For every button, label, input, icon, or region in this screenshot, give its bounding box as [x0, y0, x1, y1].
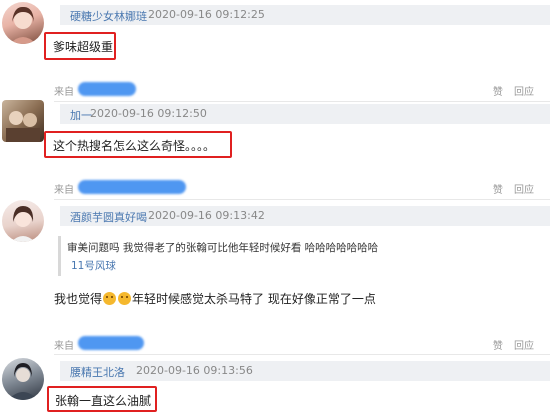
avatar-image: [11, 206, 35, 242]
comment-text-start: 我也觉得: [54, 292, 103, 306]
comment-text: 爹味超级重: [53, 40, 114, 54]
comment-text: 张翰一直这么油腻: [55, 394, 152, 408]
timestamp: 2020-09-16 09:13:42: [148, 209, 265, 222]
divider: [54, 354, 550, 355]
source-label: 来自: [54, 87, 74, 98]
quote-author-link[interactable]: 11号风球: [71, 258, 116, 273]
timestamp: 2020-09-16 09:12:25: [148, 8, 265, 21]
username[interactable]: 腰精王北洛: [70, 364, 125, 380]
comment-header: 加一 2020-09-16 09:12:50: [60, 104, 550, 124]
avatar-image: [6, 111, 40, 142]
grinning-face-icon: [103, 292, 117, 305]
comment-text-end: 年轻时候感觉太杀马特了 现在好像正常了一点: [132, 292, 376, 306]
timestamp: 2020-09-16 09:12:50: [90, 107, 207, 120]
reply-button[interactable]: 回应: [514, 87, 534, 98]
comment-text: 这个热搜名怎么这么奇怪。。。。: [53, 139, 216, 153]
like-button[interactable]: 赞: [493, 87, 503, 98]
like-button[interactable]: 赞: [493, 341, 503, 352]
comment-header: 腰精王北洛 2020-09-16 09:13:56: [60, 361, 550, 381]
divider: [54, 199, 550, 200]
avatar[interactable]: [2, 200, 44, 242]
grinning-face-icon: [118, 292, 132, 305]
username[interactable]: 酒颜芋圆真好喝: [70, 209, 147, 225]
redacted-source: [78, 82, 136, 96]
comment-meta: 来自 赞 回应: [54, 82, 544, 98]
reply-button[interactable]: 回应: [514, 185, 534, 196]
username[interactable]: 硬糖少女林娜琏: [70, 8, 147, 24]
quote-text: 审美问题吗 我觉得老了的张翰可比他年轻时候好看 哈哈哈哈哈哈哈: [67, 242, 379, 254]
comment-text: 我也觉得 年轻时候感觉太杀马特了 现在好像正常了一点: [54, 290, 376, 307]
redacted-source: [78, 180, 186, 194]
comment-actions: 赞 回应: [485, 181, 534, 196]
comment-actions: 赞 回应: [485, 83, 534, 98]
divider: [54, 101, 550, 102]
source-label: 来自: [54, 185, 74, 196]
avatar-image: [8, 363, 38, 400]
avatar-image: [10, 6, 36, 44]
comment-header: 酒颜芋圆真好喝 2020-09-16 09:13:42: [60, 206, 550, 226]
avatar[interactable]: [2, 358, 44, 400]
comment-actions: 赞 回应: [485, 337, 534, 352]
username[interactable]: 加一: [70, 107, 92, 123]
avatar[interactable]: [2, 2, 44, 44]
comment-meta: 来自 赞 回应: [54, 180, 544, 196]
quoted-reply: 审美问题吗 我觉得老了的张翰可比他年轻时候好看 哈哈哈哈哈哈哈 11号风球: [58, 236, 538, 276]
like-button[interactable]: 赞: [493, 185, 503, 196]
redacted-source: [78, 336, 144, 350]
timestamp: 2020-09-16 09:13:56: [136, 364, 253, 377]
comment-meta: 来自 赞 回应: [54, 336, 544, 352]
avatar[interactable]: [2, 100, 44, 142]
reply-button[interactable]: 回应: [514, 341, 534, 352]
source-label: 来自: [54, 341, 74, 352]
comment-header: 硬糖少女林娜琏 2020-09-16 09:12:25: [60, 5, 550, 25]
